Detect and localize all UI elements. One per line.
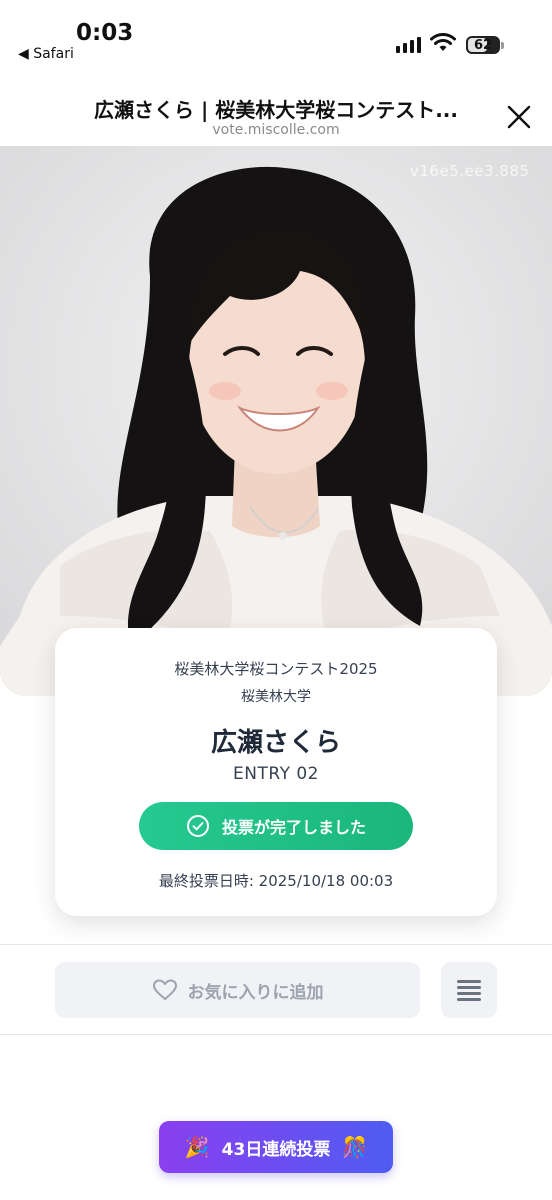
browser-header: 広瀬さくら | 桜美林大学桜コンテスト... vote.miscolle.com — [0, 80, 552, 144]
vote-complete-button[interactable]: 投票が完了しました — [139, 802, 413, 850]
back-to-safari-link[interactable]: ◀ Safari — [18, 46, 74, 62]
battery-level: 62 — [473, 37, 493, 53]
heart-icon — [152, 979, 177, 1000]
confetti-ball-icon: 🎊 — [342, 1135, 368, 1159]
party-popper-icon: 🎉 — [184, 1135, 210, 1159]
cellular-signal-icon — [396, 37, 421, 53]
add-favorite-button[interactable]: お気に入りに追加 — [55, 962, 420, 1018]
profile-photo: v16e5.ee3.885 v16e5.ee3.885 — [0, 146, 552, 696]
wifi-icon — [430, 33, 456, 51]
candidate-name: 広瀬さくら — [210, 728, 341, 758]
vote-streak-badge[interactable]: 🎉 43日連続投票 🎊 — [159, 1121, 393, 1173]
vote-streak-label: 43日連続投票 — [221, 1139, 331, 1160]
divider — [0, 944, 552, 945]
check-circle-icon — [186, 815, 209, 837]
battery-icon: 62 — [466, 36, 500, 54]
candidate-card: 桜美林大学桜コンテスト2025 桜美林大学 広瀬さくら ENTRY 02 投票が… — [55, 628, 497, 916]
vote-complete-label: 投票が完了しました — [221, 818, 366, 837]
school-name: 桜美林大学 — [241, 689, 311, 705]
menu-button[interactable] — [441, 962, 497, 1018]
last-vote-time: 最終投票日時: 2025/10/18 00:03 — [158, 872, 394, 890]
entry-number: ENTRY 02 — [233, 764, 319, 784]
close-icon[interactable] — [504, 102, 534, 132]
status-time: 0:03 — [76, 20, 134, 46]
page-title: 広瀬さくら | 桜美林大学桜コンテスト... — [93, 98, 459, 122]
contest-name: 桜美林大学桜コンテスト2025 — [174, 660, 378, 678]
menu-icon — [457, 980, 481, 1001]
profile-photo-illustration — [0, 146, 552, 696]
watermark-top: v16e5.ee3.885 — [410, 162, 530, 180]
status-bar: 0:03 ◀ Safari 62 — [0, 0, 552, 70]
add-favorite-label: お気に入りに追加 — [187, 982, 324, 1003]
page-url[interactable]: vote.miscolle.com — [0, 122, 552, 138]
divider — [0, 1034, 552, 1035]
